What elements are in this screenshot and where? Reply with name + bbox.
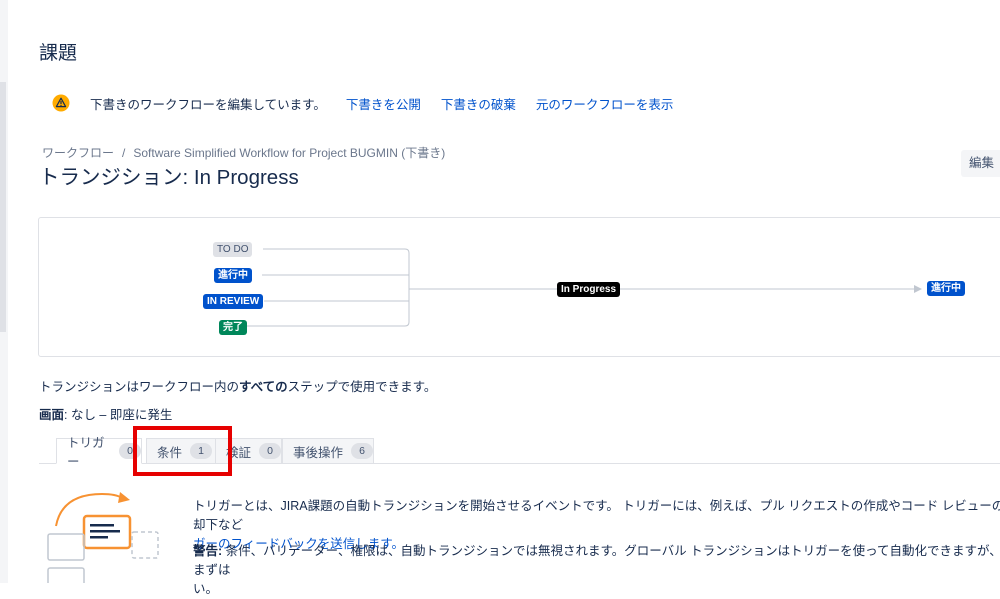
- tab-validators-count: 0: [259, 443, 281, 459]
- tab-post-functions-count: 6: [351, 443, 373, 459]
- status-in-progress-source[interactable]: 進行中: [214, 268, 252, 283]
- edit-button[interactable]: 編集: [961, 150, 1000, 177]
- trigger-description-text: トリガーとは、JIRA課題の自動トランジションを開始させるイベントです。 トリガ…: [193, 499, 1000, 532]
- warning-tail: い。: [193, 582, 219, 596]
- highlight-annotation-box: [133, 426, 232, 476]
- transition-label[interactable]: In Progress: [557, 282, 621, 297]
- steps-note-emphasis: すべての: [239, 380, 288, 394]
- trigger-warning: 警告: 条件、バリデーター、権限は、自動トランジションでは無視されます。グローバ…: [193, 542, 1000, 599]
- publish-draft-link[interactable]: 下書きを公開: [346, 94, 421, 113]
- breadcrumb-workflow[interactable]: Software Simplified Workflow for Project…: [133, 146, 445, 160]
- warning-label: 警告:: [193, 544, 223, 558]
- breadcrumb: ワークフロー / Software Simplified Workflow for …: [42, 144, 445, 161]
- steps-note-suffix: ステップで使用できます。: [287, 380, 437, 394]
- tab-triggers[interactable]: トリガー 0: [56, 436, 142, 469]
- diagram-connectors: [235, 248, 922, 327]
- breadcrumb-separator: /: [122, 146, 126, 160]
- draft-notice-bar: 下書きのワークフローを編集しています。 下書きを公開 下書きの破棄 元のワークフ…: [52, 92, 693, 114]
- screen-label: 画面: [39, 408, 65, 422]
- trigger-illustration: [47, 492, 159, 583]
- discard-draft-link[interactable]: 下書きの破棄: [441, 94, 516, 113]
- steps-note-prefix: トランジションはワークフロー内の: [39, 380, 240, 394]
- left-scrollbar[interactable]: [0, 82, 6, 332]
- screen-value: : なし – 即座に発生: [64, 408, 173, 422]
- status-in-progress-target[interactable]: 進行中: [927, 281, 965, 296]
- tab-triggers-label: トリガー: [67, 436, 105, 469]
- status-done[interactable]: 完了: [219, 320, 247, 335]
- status-todo[interactable]: TO DO: [213, 242, 253, 257]
- page-heading: 課題: [39, 43, 78, 64]
- transition-diagram: TO DO 進行中 IN REVIEW 完了 In Progress 進行中: [38, 217, 1000, 357]
- breadcrumb-root[interactable]: ワークフロー: [42, 146, 114, 160]
- transition-title: トランジション: In Progress: [39, 166, 299, 189]
- warning-body: 条件、バリデーター、権限は、自動トランジションでは無視されます。グローバル トラ…: [193, 544, 1000, 577]
- tab-post-functions[interactable]: 事後操作 6: [282, 438, 374, 464]
- view-original-workflow-link[interactable]: 元のワークフローを表示: [536, 94, 674, 113]
- screen-info: 画面: なし – 即座に発生: [39, 404, 172, 423]
- warning-icon: [52, 94, 70, 112]
- tab-post-functions-label: 事後操作: [293, 445, 344, 460]
- steps-note: トランジションはワークフロー内のすべてのステップで使用できます。: [39, 376, 436, 395]
- draft-message: 下書きのワークフローを編集しています。: [90, 97, 326, 112]
- status-in-review[interactable]: IN REVIEW: [203, 294, 264, 309]
